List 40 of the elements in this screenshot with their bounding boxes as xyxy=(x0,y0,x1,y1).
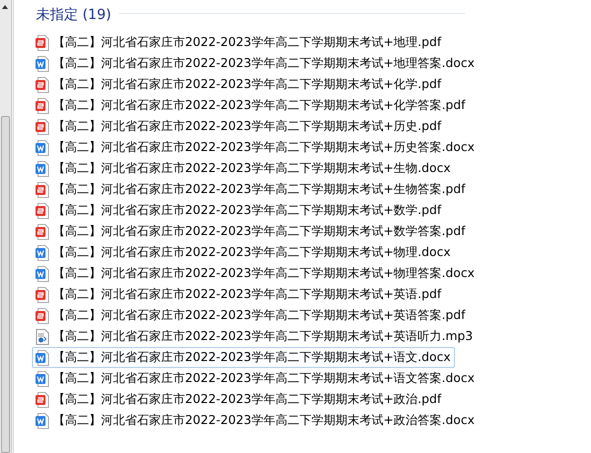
file-item[interactable]: 【高二】河北省石家庄市2022-2023学年高二下学期期末考试+生物答案.pdf xyxy=(32,179,470,200)
file-item[interactable]: 【高二】河北省石家庄市2022-2023学年高二下学期期末考试+英语.pdf xyxy=(32,284,446,305)
pdf-file-icon xyxy=(35,224,49,240)
pdf-file-icon xyxy=(35,76,49,92)
pdf-file-icon xyxy=(35,118,49,134)
file-item[interactable]: 【高二】河北省石家庄市2022-2023学年高二下学期期末考试+历史.pdf xyxy=(32,116,446,137)
pdf-file-icon xyxy=(35,34,49,50)
file-item[interactable]: 【高二】河北省石家庄市2022-2023学年高二下学期期末考试+历史答案.docx xyxy=(32,137,479,158)
file-item[interactable]: 【高二】河北省石家庄市2022-2023学年高二下学期期末考试+地理答案.docx xyxy=(32,53,479,74)
pdf-file-icon xyxy=(35,286,49,302)
pdf-file-icon xyxy=(35,98,49,114)
file-item[interactable]: 【高二】河北省石家庄市2022-2023学年高二下学期期末考试+地理.pdf xyxy=(32,32,446,53)
word-file-icon xyxy=(35,350,49,366)
file-item[interactable]: 【高二】河北省石家庄市2022-2023学年高二下学期期末考试+政治答案.docx xyxy=(32,410,479,431)
pdf-file-icon xyxy=(35,202,49,218)
scrollbar[interactable] xyxy=(0,0,12,453)
pdf-file-icon xyxy=(35,308,49,324)
file-item[interactable]: 【高二】河北省石家庄市2022-2023学年高二下学期期末考试+物理答案.docx xyxy=(32,263,479,284)
word-file-icon xyxy=(35,160,49,176)
file-item[interactable]: 【高二】河北省石家庄市2022-2023学年高二下学期期末考试+政治.pdf xyxy=(32,389,446,410)
word-file-icon xyxy=(35,370,49,386)
file-item[interactable]: 【高二】河北省石家庄市2022-2023学年高二下学期期末考试+数学.pdf xyxy=(32,200,446,221)
file-item[interactable]: 【高二】河北省石家庄市2022-2023学年高二下学期期末考试+英语答案.pdf xyxy=(32,305,470,326)
pdf-file-icon xyxy=(35,182,49,198)
file-item[interactable]: 【高二】河北省石家庄市2022-2023学年高二下学期期末考试+英语听力.mp3 xyxy=(32,326,477,347)
word-file-icon xyxy=(35,412,49,428)
file-item[interactable]: 【高二】河北省石家庄市2022-2023学年高二下学期期末考试+化学.pdf xyxy=(32,74,446,95)
file-item[interactable]: 【高二】河北省石家庄市2022-2023学年高二下学期期末考试+语文.docx xyxy=(32,347,455,368)
audio-file-icon xyxy=(35,328,49,344)
word-file-icon xyxy=(35,266,49,282)
file-item[interactable]: 【高二】河北省石家庄市2022-2023学年高二下学期期末考试+数学答案.pdf xyxy=(32,221,470,242)
file-item[interactable]: 【高二】河北省石家庄市2022-2023学年高二下学期期末考试+语文答案.docx xyxy=(32,368,479,389)
pdf-file-icon xyxy=(35,392,49,408)
file-item[interactable]: 【高二】河北省石家庄市2022-2023学年高二下学期期末考试+化学答案.pdf xyxy=(32,95,470,116)
group-header[interactable]: 未指定 (19) xyxy=(14,1,112,26)
word-file-icon xyxy=(35,56,49,72)
file-item[interactable]: 【高二】河北省石家庄市2022-2023学年高二下学期期末考试+生物.docx xyxy=(32,158,455,179)
word-file-icon xyxy=(35,140,49,156)
file-item[interactable]: 【高二】河北省石家庄市2022-2023学年高二下学期期末考试+物理.docx xyxy=(32,242,455,263)
word-file-icon xyxy=(35,244,49,260)
